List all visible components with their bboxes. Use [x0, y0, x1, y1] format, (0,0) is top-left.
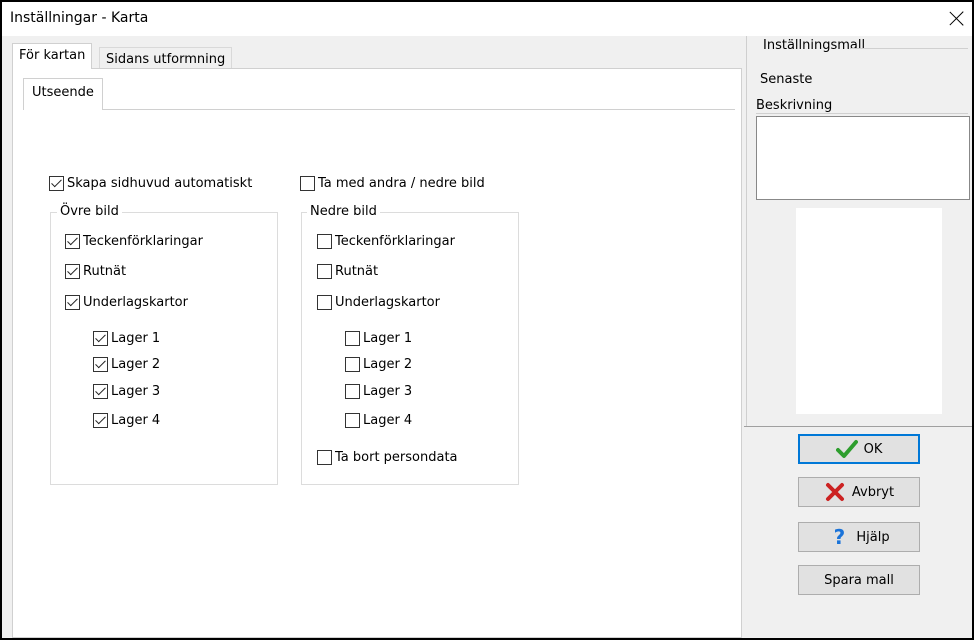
- checkbox-label: Underlagskartor: [335, 295, 440, 310]
- description-separator: [756, 113, 968, 114]
- checkbox-box[interactable]: [65, 295, 80, 310]
- group-title-nedre-bild: Nedre bild: [307, 204, 380, 219]
- checkbox-label: Lager 3: [111, 384, 161, 399]
- close-icon[interactable]: [946, 8, 968, 30]
- checkbox-nedre-underlagskartor[interactable]: Underlagskartor: [317, 295, 440, 310]
- title-bar: Inställningar - Karta: [2, 2, 972, 36]
- x-icon: [825, 483, 844, 501]
- checkbox-ovre-lager-4[interactable]: Lager 4: [93, 413, 160, 428]
- checkbox-box[interactable]: [93, 331, 108, 346]
- checkbox-box[interactable]: [93, 384, 108, 399]
- checkbox-nedre-lager-1[interactable]: Lager 1: [345, 331, 412, 346]
- checkbox-box[interactable]: [300, 176, 315, 191]
- checkbox-box[interactable]: [93, 357, 108, 372]
- checkbox-ovre-lager-2[interactable]: Lager 2: [93, 357, 160, 372]
- window-title: Inställningar - Karta: [10, 10, 149, 26]
- help-button-label: Hjälp: [856, 529, 890, 545]
- checkbox-label: Lager 4: [111, 413, 161, 428]
- checkbox-label: Rutnät: [83, 264, 127, 279]
- cancel-button[interactable]: Avbryt: [798, 477, 920, 507]
- checkbox-label: Lager 2: [363, 357, 413, 372]
- checkbox-nedre-lager-3[interactable]: Lager 3: [345, 384, 412, 399]
- group-nedre-bild: [301, 212, 519, 485]
- description-field[interactable]: [756, 116, 970, 200]
- checkbox-label: Ta bort persondata: [335, 450, 458, 465]
- checkbox-label: Rutnät: [335, 264, 379, 279]
- checkbox-ovre-rutnat[interactable]: Rutnät: [65, 264, 126, 279]
- group-title-ovre-bild: Övre bild: [57, 204, 122, 219]
- dialog-client: För kartan Sidans utformning Utseende Sk…: [2, 36, 972, 638]
- checkbox-box[interactable]: [317, 234, 332, 249]
- template-select-value: Senaste: [760, 72, 813, 87]
- tab-panel: Utseende Skapa sidhuvud automatiskt Ta m…: [12, 68, 742, 638]
- checkbox-label: Teckenförklaringar: [83, 234, 203, 249]
- checkbox-box[interactable]: [345, 413, 360, 428]
- checkbox-nedre-teckenforklaringar[interactable]: Teckenförklaringar: [317, 234, 455, 249]
- checkbox-nedre-lager-4[interactable]: Lager 4: [345, 413, 412, 428]
- checkmark-icon: [835, 440, 858, 458]
- checkbox-label: Lager 1: [363, 331, 413, 346]
- save-template-button-label: Spara mall: [824, 572, 894, 588]
- checkbox-nedre-rutnat[interactable]: Rutnät: [317, 264, 378, 279]
- checkbox-box[interactable]: [317, 295, 332, 310]
- checkbox-ta-bort-persondata[interactable]: Ta bort persondata: [317, 450, 458, 465]
- checkbox-label: Lager 2: [111, 357, 161, 372]
- template-separator: [850, 48, 968, 49]
- checkbox-ovre-lager-1[interactable]: Lager 1: [93, 331, 160, 346]
- checkbox-label: Lager 4: [363, 413, 413, 428]
- checkbox-box[interactable]: [345, 357, 360, 372]
- tab-label: Sidans utformning: [106, 52, 226, 67]
- checkbox-box[interactable]: [345, 384, 360, 399]
- tab-utseende[interactable]: Utseende: [23, 78, 103, 110]
- checkbox-ovre-lager-3[interactable]: Lager 3: [93, 384, 160, 399]
- template-select[interactable]: Senaste: [756, 70, 968, 92]
- tab-for-kartan[interactable]: För kartan: [12, 43, 93, 69]
- dialog-window: Inställningar - Karta För kartan Sidans …: [0, 0, 974, 640]
- checkbox-box[interactable]: [345, 331, 360, 346]
- checkbox-box[interactable]: [317, 450, 332, 465]
- template-label: Inställningsmall: [763, 38, 866, 53]
- checkbox-box[interactable]: [49, 176, 64, 191]
- checkbox-label: Lager 1: [111, 331, 161, 346]
- checkbox-label: Teckenförklaringar: [335, 234, 455, 249]
- checkbox-ovre-underlagskartor[interactable]: Underlagskartor: [65, 295, 188, 310]
- checkbox-ta-med-andra[interactable]: Ta med andra / nedre bild: [300, 176, 485, 191]
- checkbox-label: Underlagskartor: [83, 295, 188, 310]
- checkbox-label: Lager 3: [363, 384, 413, 399]
- ok-button[interactable]: OK: [798, 434, 920, 464]
- tab-label: Utseende: [32, 85, 94, 100]
- checkbox-box[interactable]: [65, 234, 80, 249]
- ok-button-label: OK: [863, 441, 883, 457]
- checkbox-skapa-sidhuvud[interactable]: Skapa sidhuvud automatiskt: [49, 176, 252, 191]
- checkbox-nedre-lager-2[interactable]: Lager 2: [345, 357, 412, 372]
- tab-divider: [23, 109, 735, 110]
- checkbox-box[interactable]: [317, 264, 332, 279]
- checkbox-box[interactable]: [65, 264, 80, 279]
- tab-label: För kartan: [19, 48, 86, 63]
- checkbox-ovre-teckenforklaringar[interactable]: Teckenförklaringar: [65, 234, 203, 249]
- checkbox-box[interactable]: [93, 413, 108, 428]
- group-ovre-bild: [50, 212, 278, 485]
- description-label: Beskrivning: [756, 98, 833, 113]
- checkbox-label: Ta med andra / nedre bild: [318, 176, 485, 191]
- question-icon: ?: [833, 525, 846, 549]
- template-preview: [796, 208, 942, 414]
- checkbox-label: Skapa sidhuvud automatiskt: [67, 176, 253, 191]
- save-template-button[interactable]: Spara mall: [798, 565, 920, 595]
- cancel-button-label: Avbryt: [851, 484, 895, 500]
- right-panel: Inställningsmall Senaste Beskrivning OK: [744, 36, 972, 638]
- help-button[interactable]: ? Hjälp: [798, 522, 920, 552]
